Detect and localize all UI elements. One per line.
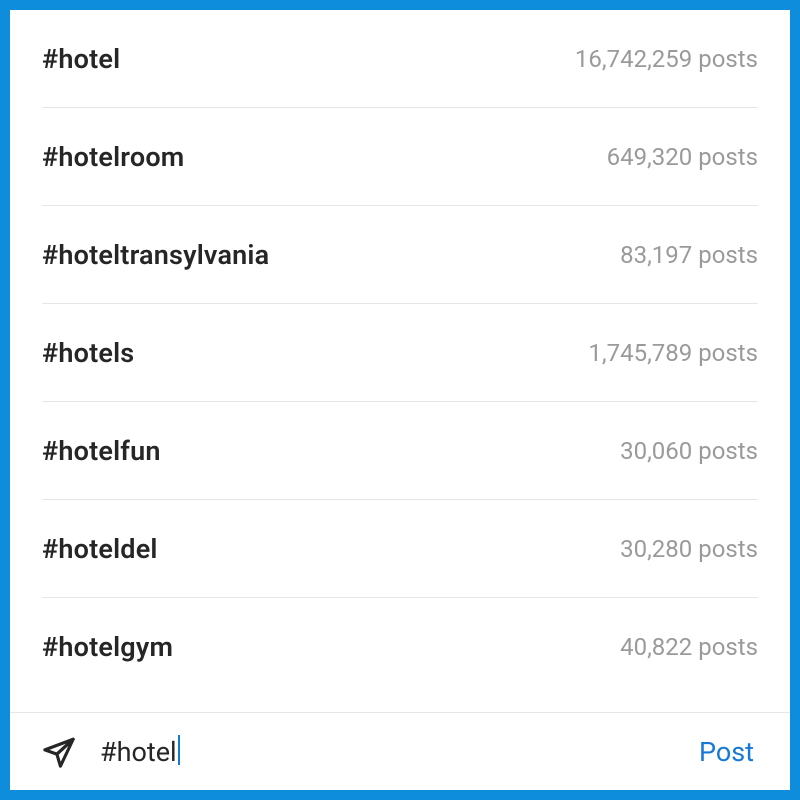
hashtag-post-count: 30,060 posts	[620, 437, 758, 465]
hashtag-suggestion-row[interactable]: #hotel 16,742,259 posts	[42, 10, 758, 108]
post-button[interactable]: Post	[699, 736, 758, 768]
hashtag-post-count: 649,320 posts	[607, 143, 758, 171]
direct-message-icon[interactable]	[42, 735, 76, 769]
hashtag-label: #hoteltransylvania	[42, 239, 269, 271]
comment-input-text: #hotel	[100, 736, 177, 768]
hashtag-label: #hotels	[42, 337, 134, 369]
hashtag-suggestion-row[interactable]: #hotels 1,745,789 posts	[42, 304, 758, 402]
comment-input[interactable]: #hotel	[100, 736, 675, 768]
hashtag-label: #hotel	[42, 43, 120, 75]
hashtag-label: #hotelgym	[42, 631, 173, 663]
hashtag-post-count: 16,742,259 posts	[575, 45, 758, 73]
hashtag-suggestion-row[interactable]: #hoteldel 30,280 posts	[42, 500, 758, 598]
hashtag-label: #hotelroom	[42, 141, 184, 173]
hashtag-label: #hoteldel	[42, 533, 158, 565]
hashtag-suggestion-row[interactable]: #hotelfun 30,060 posts	[42, 402, 758, 500]
hashtag-post-count: 1,745,789 posts	[588, 339, 758, 367]
hashtag-suggestion-list: #hotel 16,742,259 posts #hotelroom 649,3…	[10, 10, 790, 712]
hashtag-suggestion-row[interactable]: #hoteltransylvania 83,197 posts	[42, 206, 758, 304]
hashtag-suggestion-row[interactable]: #hotelroom 649,320 posts	[42, 108, 758, 206]
hashtag-post-count: 30,280 posts	[620, 535, 758, 563]
comment-composer: #hotel Post	[10, 712, 790, 790]
hashtag-label: #hotelfun	[42, 435, 161, 467]
hashtag-post-count: 40,822 posts	[620, 633, 758, 661]
hashtag-suggestion-row[interactable]: #hotelgym 40,822 posts	[42, 598, 758, 696]
hashtag-post-count: 83,197 posts	[620, 241, 758, 269]
app-frame: #hotel 16,742,259 posts #hotelroom 649,3…	[0, 0, 800, 800]
text-cursor	[178, 735, 181, 765]
